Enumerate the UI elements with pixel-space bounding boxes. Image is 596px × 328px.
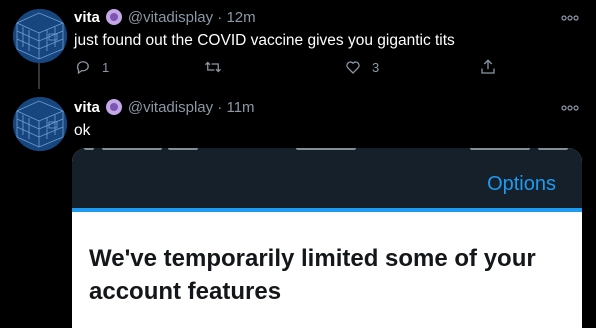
- avatar-image: [13, 9, 67, 63]
- limited-features-title: We've temporarily limited some of your a…: [89, 245, 536, 305]
- tweet-text: ok: [74, 122, 91, 139]
- tweet-actions: 1 3: [74, 58, 514, 78]
- reply-button[interactable]: 1: [74, 58, 109, 76]
- tweet-header: vita @vitadisplay · 11m: [74, 99, 255, 117]
- options-button: Options: [487, 173, 556, 195]
- embedded-body: We've temporarily limited some of your a…: [72, 212, 582, 328]
- purple-orb-emoji-icon: [105, 9, 122, 25]
- share-icon: [481, 59, 495, 74]
- tweet-header: vita @vitadisplay · 12m: [74, 9, 256, 27]
- purple-orb-emoji-icon: [105, 99, 122, 115]
- avatar[interactable]: [13, 9, 67, 63]
- separator-dot: ·: [217, 9, 223, 26]
- retweet-icon: [205, 61, 221, 73]
- timestamp[interactable]: 12m: [226, 9, 255, 26]
- embedded-header: Options: [72, 160, 582, 208]
- avatar-image: [13, 97, 67, 151]
- share-button[interactable]: [479, 58, 497, 76]
- display-name[interactable]: vita: [74, 99, 100, 116]
- heart-icon: [346, 61, 360, 74]
- reply-count: 1: [102, 59, 110, 75]
- separator-dot: ·: [217, 99, 223, 116]
- tweet-text: just found out the COVID vaccine gives y…: [74, 32, 455, 49]
- like-count: 3: [372, 59, 380, 75]
- more-dots-icon[interactable]: [561, 15, 579, 21]
- embedded-status-bar: [72, 148, 582, 160]
- avatar[interactable]: [13, 97, 67, 151]
- reply-icon: [76, 61, 89, 75]
- retweet-button[interactable]: [204, 58, 232, 76]
- more-dots-icon[interactable]: [561, 105, 579, 111]
- user-handle[interactable]: @vitadisplay: [128, 99, 213, 116]
- display-name[interactable]: vita: [74, 9, 100, 26]
- tweet-media-image[interactable]: Options We've temporarily limited some o…: [72, 148, 582, 328]
- user-handle[interactable]: @vitadisplay: [128, 9, 213, 26]
- thread-connector: [38, 63, 40, 89]
- tweet-1[interactable]: vita @vitadisplay · 12m just found out th…: [0, 0, 596, 90]
- timestamp[interactable]: 11m: [226, 99, 254, 116]
- like-button[interactable]: 3: [344, 58, 379, 76]
